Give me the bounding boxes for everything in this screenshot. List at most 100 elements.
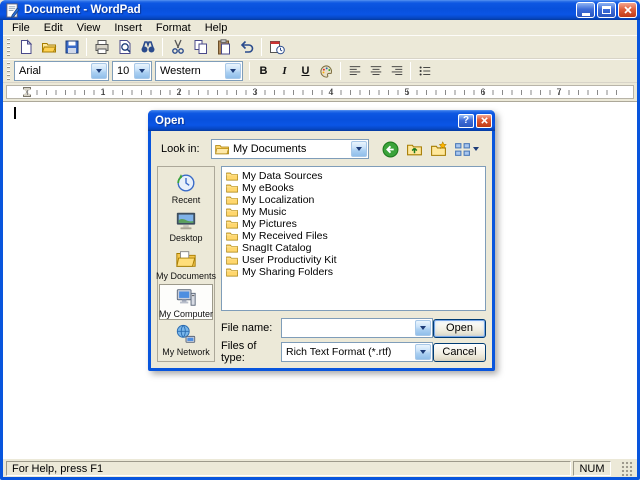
file-list-item[interactable]: My Received Files <box>226 230 483 242</box>
underline-button[interactable]: U <box>295 61 316 82</box>
place-label: My Documents <box>155 270 217 281</box>
charset-combobox[interactable]: Western <box>155 61 243 81</box>
file-list-item[interactable]: My Data Sources <box>226 170 483 182</box>
place-my-network[interactable]: My Network <box>159 322 213 358</box>
up-one-level-button[interactable] <box>406 141 423 158</box>
toolbar-grip[interactable] <box>7 62 10 80</box>
bold-button[interactable]: B <box>253 61 274 82</box>
font-combobox[interactable]: Arial <box>14 61 109 81</box>
window-titlebar[interactable]: Document - WordPad <box>0 0 640 20</box>
minimize-icon <box>581 12 590 16</box>
cancel-button[interactable]: Cancel <box>433 342 486 362</box>
file-name: My Localization <box>242 194 315 206</box>
status-bar: For Help, press F1 NUM <box>3 459 637 477</box>
dialog-toolbar <box>382 140 479 158</box>
dialog-close-button[interactable] <box>476 113 492 128</box>
file-name: My eBooks <box>242 182 294 194</box>
place-my-documents[interactable]: My Documents <box>155 246 217 282</box>
file-list-item[interactable]: My Music <box>226 206 483 218</box>
print-button[interactable] <box>90 36 113 58</box>
open-button[interactable] <box>37 36 60 58</box>
place-desktop[interactable]: Desktop <box>159 208 213 244</box>
ruler-number: 6 <box>480 87 486 97</box>
undo-button[interactable] <box>235 36 258 58</box>
dropdown-arrow-icon[interactable] <box>225 63 241 79</box>
print-preview-button[interactable] <box>113 36 136 58</box>
file-name-row: File name: Open <box>221 318 486 338</box>
resize-grip[interactable] <box>621 461 634 476</box>
files-of-type-value: Rich Text Format (*.rtf) <box>286 346 392 358</box>
date-time-button[interactable] <box>265 36 288 58</box>
align-left-button[interactable] <box>344 61 365 82</box>
place-recent[interactable]: Recent <box>159 170 213 206</box>
dropdown-arrow-icon[interactable] <box>415 320 431 336</box>
menu-item[interactable]: Format <box>149 21 198 35</box>
file-list-item[interactable]: My Pictures <box>226 218 483 230</box>
place-my-computer[interactable]: My Computer <box>159 284 213 320</box>
file-name-combobox[interactable] <box>281 318 433 338</box>
find-button[interactable] <box>136 36 159 58</box>
copy-button[interactable] <box>189 36 212 58</box>
italic-button[interactable]: I <box>274 61 295 82</box>
maximize-button[interactable] <box>597 2 616 18</box>
file-list-item[interactable]: My eBooks <box>226 182 483 194</box>
dialog-titlebar[interactable]: Open ? <box>148 110 495 131</box>
close-icon <box>480 117 488 124</box>
dropdown-arrow-icon[interactable] <box>415 344 431 360</box>
align-center-icon <box>370 66 381 75</box>
dialog-help-button[interactable]: ? <box>458 113 474 128</box>
menu-item[interactable]: Help <box>198 21 235 35</box>
minimize-button[interactable] <box>576 2 595 18</box>
file-name-input[interactable] <box>282 320 414 336</box>
dropdown-arrow-icon[interactable] <box>91 63 107 79</box>
open-dialog: Open ? Look in: My Documents Recent Desk… <box>148 110 495 371</box>
close-button[interactable] <box>618 2 637 18</box>
align-center-button[interactable] <box>365 61 386 82</box>
save-button[interactable] <box>60 36 83 58</box>
open-confirm-button[interactable]: Open <box>433 318 486 338</box>
dropdown-arrow-icon[interactable] <box>134 63 150 79</box>
file-list-item[interactable]: User Productivity Kit <box>226 254 483 266</box>
align-right-button[interactable] <box>386 61 407 82</box>
cut-button[interactable] <box>166 36 189 58</box>
find-icon <box>141 41 154 53</box>
file-list-item[interactable]: My Localization <box>226 194 483 206</box>
toolbar-grip[interactable] <box>7 38 10 56</box>
menu-item[interactable]: File <box>5 21 37 35</box>
format-toolbar: Arial 10 Western B I U <box>3 59 637 83</box>
toolbar-separator <box>249 62 250 80</box>
back-button[interactable] <box>382 141 399 158</box>
standard-toolbar <box>3 35 637 59</box>
file-list-item[interactable]: My Sharing Folders <box>226 266 483 278</box>
bullets-button[interactable] <box>414 61 435 82</box>
font-size-combobox[interactable]: 10 <box>112 61 152 81</box>
ruler-number: 4 <box>328 87 334 97</box>
open-icon <box>41 43 56 53</box>
folder-icon <box>226 172 238 181</box>
files-of-type-combobox[interactable]: Rich Text Format (*.rtf) <box>281 342 433 362</box>
file-list-item[interactable]: SnagIt Catalog <box>226 242 483 254</box>
look-in-label: Look in: <box>161 143 200 155</box>
create-new-folder-button[interactable] <box>430 140 447 158</box>
ruler-number: 2 <box>176 87 182 97</box>
ruler-number: 7 <box>556 87 562 97</box>
file-name: User Productivity Kit <box>242 254 337 266</box>
menu-item[interactable]: View <box>70 21 108 35</box>
bullets-icon <box>419 66 430 76</box>
view-menu-button[interactable] <box>454 141 479 158</box>
my-computer-icon <box>176 288 196 306</box>
toolbar-separator <box>86 38 87 56</box>
print-preview-icon <box>119 40 131 54</box>
recent-icon <box>177 173 195 191</box>
menu-bar: File Edit View Insert Format Help <box>3 20 637 35</box>
dropdown-arrow-icon[interactable] <box>351 141 367 157</box>
look-in-combobox[interactable]: My Documents <box>211 139 369 159</box>
file-list[interactable]: My Data Sources My eBooks My Localizatio… <box>221 166 486 311</box>
folder-icon <box>226 220 238 229</box>
menu-item[interactable]: Edit <box>37 21 70 35</box>
paste-button[interactable] <box>212 36 235 58</box>
font-color-button[interactable] <box>316 61 337 82</box>
folder-icon <box>226 184 238 193</box>
new-document-button[interactable] <box>14 36 37 58</box>
menu-item[interactable]: Insert <box>107 21 149 35</box>
